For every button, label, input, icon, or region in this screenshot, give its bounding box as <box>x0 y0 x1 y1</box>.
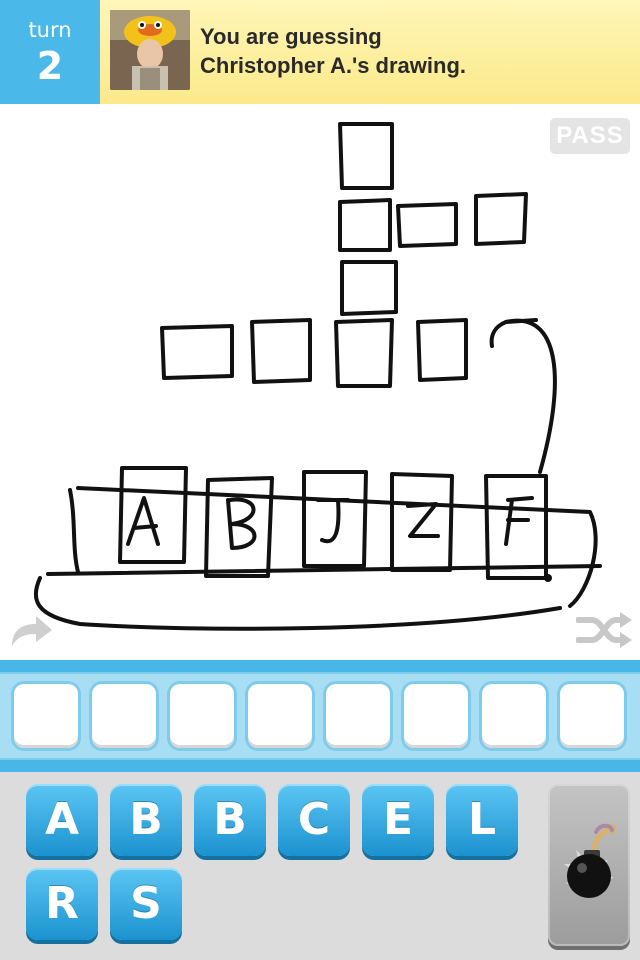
header-bar: turn 2 You are guessing Christopher A.'s… <box>0 0 640 104</box>
letter-key-l[interactable]: L <box>446 784 518 856</box>
turn-indicator: turn 2 <box>0 0 100 104</box>
shuffle-icon[interactable] <box>575 610 634 650</box>
answer-slot[interactable] <box>326 684 390 748</box>
guessing-message: You are guessing Christopher A.'s drawin… <box>200 22 630 80</box>
letter-key-b[interactable]: B <box>110 784 182 856</box>
answer-slot[interactable] <box>248 684 312 748</box>
letter-keyboard: A B B C E L R S <box>0 772 640 960</box>
replay-arrow-icon[interactable] <box>8 610 54 650</box>
answer-slot[interactable] <box>482 684 546 748</box>
sketch-drawing <box>33 122 602 631</box>
letter-key-r[interactable]: R <box>26 868 98 940</box>
turn-label: turn <box>28 18 72 42</box>
letter-key-c[interactable]: C <box>278 784 350 856</box>
letter-key-a[interactable]: A <box>26 784 98 856</box>
answer-slot[interactable] <box>14 684 78 748</box>
guessing-message-line2: Christopher A.'s drawing. <box>200 53 466 78</box>
bomb-button[interactable] <box>548 784 630 946</box>
answer-slot[interactable] <box>92 684 156 748</box>
drawing-canvas: PASS <box>0 104 640 660</box>
letter-key-s[interactable]: S <box>110 868 182 940</box>
turn-number: 2 <box>36 44 64 88</box>
avatar[interactable] <box>110 10 190 90</box>
answer-slot[interactable] <box>170 684 234 748</box>
answer-slot[interactable] <box>404 684 468 748</box>
answer-slot[interactable] <box>560 684 624 748</box>
guessing-message-line1: You are guessing <box>200 24 382 49</box>
pass-button[interactable]: PASS <box>550 118 630 154</box>
answer-strip <box>0 660 640 772</box>
bomb-icon <box>564 823 617 898</box>
letter-key-b-2[interactable]: B <box>194 784 266 856</box>
letter-key-e[interactable]: E <box>362 784 434 856</box>
